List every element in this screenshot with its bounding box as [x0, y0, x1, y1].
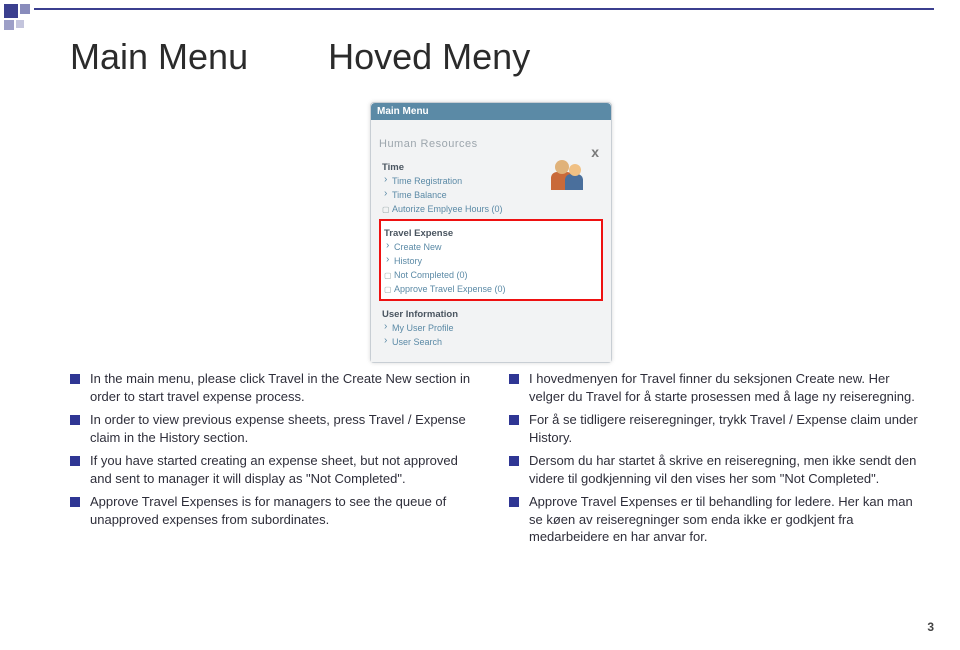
bullet-square-icon	[70, 415, 80, 425]
bullet-item: Approve Travel Expenses is for managers …	[70, 493, 481, 528]
bullet-item: Dersom du har startet å skrive en reiser…	[509, 452, 920, 487]
bullet-item: For å se tidligere reiseregninger, trykk…	[509, 411, 920, 446]
bullet-square-icon	[509, 374, 519, 384]
panel-titlebar: Main Menu	[371, 103, 611, 120]
menu-item[interactable]: Create New	[384, 240, 598, 254]
bullet-text: Approve Travel Expenses is for managers …	[90, 493, 481, 528]
menu-group-title: Travel Expense	[384, 228, 598, 239]
bullet-square-icon	[70, 374, 80, 384]
page-title-right: Hoved Meny	[328, 36, 530, 78]
bullet-item: In the main menu, please click Travel in…	[70, 370, 481, 405]
page-title-left: Main Menu	[70, 36, 248, 78]
page-number: 3	[927, 620, 934, 634]
menu-item[interactable]: History	[384, 254, 598, 268]
menu-group-title: User Information	[382, 309, 600, 320]
bullet-item: Approve Travel Expenses er til behandlin…	[509, 493, 920, 546]
menu-item[interactable]: My User Profile	[382, 321, 600, 335]
left-bullets: In the main menu, please click Travel in…	[70, 370, 481, 552]
menu-group: User InformationMy User ProfileUser Sear…	[379, 301, 603, 352]
menu-item[interactable]: Approve Travel Expense (0)	[384, 282, 598, 296]
close-icon[interactable]: x	[591, 144, 599, 160]
bullet-square-icon	[509, 456, 519, 466]
menu-item[interactable]: Not Completed (0)	[384, 268, 598, 282]
menu-item[interactable]: Time Balance	[382, 188, 600, 202]
bullet-text: I hovedmenyen for Travel finner du seksj…	[529, 370, 920, 405]
bullet-text: For å se tidligere reiseregninger, trykk…	[529, 411, 920, 446]
menu-item[interactable]: Time Registration	[382, 174, 600, 188]
main-menu-panel: Main Menu x Human Resources TimeTime Reg…	[370, 102, 612, 363]
bullet-item: In order to view previous expense sheets…	[70, 411, 481, 446]
bullet-text: Dersom du har startet å skrive en reiser…	[529, 452, 920, 487]
bullet-text: In the main menu, please click Travel in…	[90, 370, 481, 405]
bullet-square-icon	[509, 415, 519, 425]
bullet-text: Approve Travel Expenses er til behandlin…	[529, 493, 920, 546]
bullet-text: In order to view previous expense sheets…	[90, 411, 481, 446]
bullet-square-icon	[70, 497, 80, 507]
menu-item[interactable]: User Search	[382, 335, 600, 349]
menu-item[interactable]: Autorize Emplyee Hours (0)	[382, 202, 600, 216]
bullet-square-icon	[70, 456, 80, 466]
bullet-square-icon	[509, 497, 519, 507]
bullet-item: If you have started creating an expense …	[70, 452, 481, 487]
right-bullets: I hovedmenyen for Travel finner du seksj…	[509, 370, 920, 552]
bullet-text: If you have started creating an expense …	[90, 452, 481, 487]
menu-group: Travel ExpenseCreate NewHistoryNot Compl…	[379, 219, 603, 301]
hr-section-header: Human Resources	[379, 138, 603, 150]
bullet-item: I hovedmenyen for Travel finner du seksj…	[509, 370, 920, 405]
corner-decoration	[4, 4, 64, 44]
